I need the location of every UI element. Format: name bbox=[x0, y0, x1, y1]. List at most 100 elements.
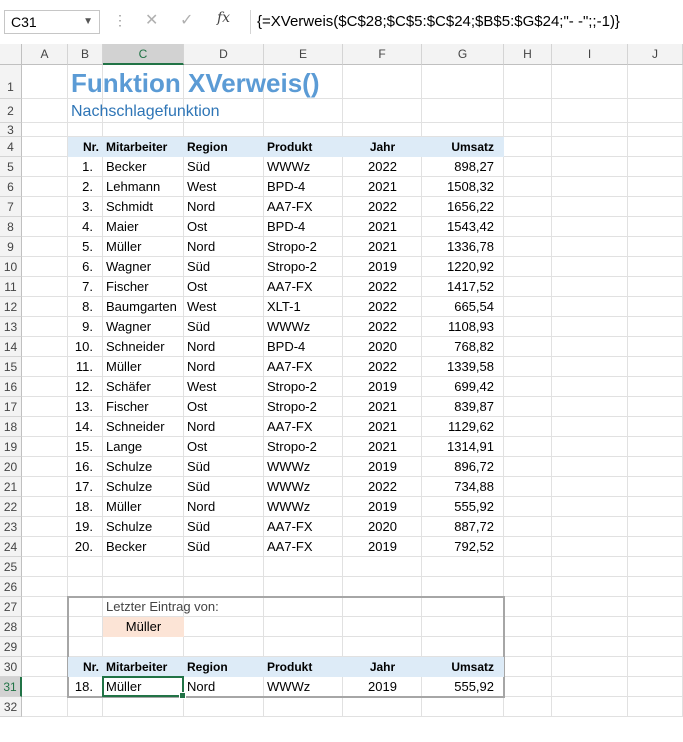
table-cell[interactable]: Süd bbox=[184, 477, 264, 497]
table-cell[interactable]: BPD-4 bbox=[264, 337, 343, 357]
column-header-j[interactable]: J bbox=[628, 44, 683, 65]
table-cell[interactable]: Ost bbox=[184, 277, 264, 297]
table-cell[interactable]: 2021 bbox=[343, 237, 422, 257]
table-cell[interactable]: 2019 bbox=[343, 457, 422, 477]
row-header-18[interactable]: 18 bbox=[0, 417, 22, 437]
table-cell[interactable]: 896,72 bbox=[422, 457, 504, 477]
table-cell[interactable]: AA7-FX bbox=[264, 417, 343, 437]
table-cell[interactable]: 16. bbox=[68, 457, 103, 477]
table-cell[interactable]: 887,72 bbox=[422, 517, 504, 537]
table-cell[interactable]: AA7-FX bbox=[264, 197, 343, 217]
result-header[interactable]: Nr. bbox=[68, 657, 103, 677]
table-cell[interactable]: 1417,52 bbox=[422, 277, 504, 297]
table-cell[interactable]: 3. bbox=[68, 197, 103, 217]
lookup-value-input[interactable]: Müller bbox=[103, 617, 184, 637]
lookup-label[interactable]: Letzter Eintrag von: bbox=[103, 597, 303, 617]
table-cell[interactable]: 2021 bbox=[343, 177, 422, 197]
column-header-b[interactable]: B bbox=[68, 44, 103, 65]
table-cell[interactable]: Ost bbox=[184, 437, 264, 457]
table-cell[interactable]: 2021 bbox=[343, 437, 422, 457]
table-cell[interactable]: Lange bbox=[103, 437, 184, 457]
table-cell[interactable]: AA7-FX bbox=[264, 517, 343, 537]
column-header-g[interactable]: G bbox=[422, 44, 504, 65]
table-cell[interactable]: 1129,62 bbox=[422, 417, 504, 437]
table-cell[interactable]: 18. bbox=[68, 497, 103, 517]
row-header-20[interactable]: 20 bbox=[0, 457, 22, 477]
table-cell[interactable]: Lehmann bbox=[103, 177, 184, 197]
table-cell[interactable]: Süd bbox=[184, 157, 264, 177]
row-header-29[interactable]: 29 bbox=[0, 637, 22, 657]
table-cell[interactable]: Baumgarten bbox=[103, 297, 184, 317]
row-header-13[interactable]: 13 bbox=[0, 317, 22, 337]
row-header-9[interactable]: 9 bbox=[0, 237, 22, 257]
table-cell[interactable]: 14. bbox=[68, 417, 103, 437]
table-cell[interactable]: Süd bbox=[184, 317, 264, 337]
table-cell[interactable]: 8. bbox=[68, 297, 103, 317]
table-cell[interactable]: 2020 bbox=[343, 517, 422, 537]
row-header-19[interactable]: 19 bbox=[0, 437, 22, 457]
row-header-17[interactable]: 17 bbox=[0, 397, 22, 417]
row-header-12[interactable]: 12 bbox=[0, 297, 22, 317]
column-header-d[interactable]: D bbox=[184, 44, 264, 65]
row-header-28[interactable]: 28 bbox=[0, 617, 22, 637]
table-cell[interactable]: Maier bbox=[103, 217, 184, 237]
column-header-e[interactable]: E bbox=[264, 44, 343, 65]
table-cell[interactable]: Nord bbox=[184, 417, 264, 437]
table-cell[interactable]: Wagner bbox=[103, 257, 184, 277]
table-cell[interactable]: Becker bbox=[103, 157, 184, 177]
table-cell[interactable]: West bbox=[184, 177, 264, 197]
result-header[interactable]: Region bbox=[184, 657, 264, 677]
table-cell[interactable]: Nord bbox=[184, 337, 264, 357]
table-cell[interactable]: Schneider bbox=[103, 417, 184, 437]
table-cell[interactable]: 734,88 bbox=[422, 477, 504, 497]
row-header-26[interactable]: 26 bbox=[0, 577, 22, 597]
table-header[interactable]: Jahr bbox=[343, 137, 422, 157]
table-cell[interactable]: AA7-FX bbox=[264, 277, 343, 297]
table-cell[interactable]: Müller bbox=[103, 237, 184, 257]
table-cell[interactable]: 2021 bbox=[343, 217, 422, 237]
formula-input[interactable]: {=XVerweis($C$28;$C$5:$C$24;$B$5:$G$24;"… bbox=[250, 10, 683, 34]
table-cell[interactable]: 2022 bbox=[343, 357, 422, 377]
name-box[interactable]: C31 ▼ bbox=[4, 10, 100, 34]
more-options-icon[interactable]: ⋮ bbox=[113, 12, 127, 29]
row-header-4[interactable]: 4 bbox=[0, 137, 22, 157]
table-cell[interactable]: 17. bbox=[68, 477, 103, 497]
result-header[interactable]: Produkt bbox=[264, 657, 343, 677]
row-header-31[interactable]: 31 bbox=[0, 677, 22, 697]
page-title[interactable]: Funktion XVerweis() bbox=[68, 65, 488, 99]
row-header-2[interactable]: 2 bbox=[0, 99, 22, 123]
table-cell[interactable]: 1314,91 bbox=[422, 437, 504, 457]
table-cell[interactable]: 6. bbox=[68, 257, 103, 277]
table-cell[interactable]: 699,42 bbox=[422, 377, 504, 397]
table-cell[interactable]: 1339,58 bbox=[422, 357, 504, 377]
table-cell[interactable]: 665,54 bbox=[422, 297, 504, 317]
table-cell[interactable]: Müller bbox=[103, 357, 184, 377]
table-cell[interactable]: Fischer bbox=[103, 277, 184, 297]
table-cell[interactable]: Ost bbox=[184, 217, 264, 237]
table-cell[interactable]: Schäfer bbox=[103, 377, 184, 397]
table-cell[interactable]: West bbox=[184, 297, 264, 317]
table-cell[interactable]: Süd bbox=[184, 257, 264, 277]
table-cell[interactable]: 20. bbox=[68, 537, 103, 557]
table-cell[interactable]: XLT-1 bbox=[264, 297, 343, 317]
table-cell[interactable]: Stropo-2 bbox=[264, 237, 343, 257]
table-cell[interactable]: Süd bbox=[184, 457, 264, 477]
table-cell[interactable]: Stropo-2 bbox=[264, 397, 343, 417]
row-header-24[interactable]: 24 bbox=[0, 537, 22, 557]
table-cell[interactable]: Ost bbox=[184, 397, 264, 417]
table-cell[interactable]: 2022 bbox=[343, 157, 422, 177]
result-cell[interactable]: 18. bbox=[68, 677, 103, 697]
table-cell[interactable]: Wagner bbox=[103, 317, 184, 337]
row-header-11[interactable]: 11 bbox=[0, 277, 22, 297]
row-header-5[interactable]: 5 bbox=[0, 157, 22, 177]
fill-handle[interactable] bbox=[179, 692, 186, 699]
table-cell[interactable]: 2019 bbox=[343, 537, 422, 557]
table-cell[interactable]: BPD-4 bbox=[264, 177, 343, 197]
table-cell[interactable]: Schulze bbox=[103, 517, 184, 537]
table-cell[interactable]: 9. bbox=[68, 317, 103, 337]
table-cell[interactable]: 898,27 bbox=[422, 157, 504, 177]
insert-function-icon[interactable]: fx bbox=[217, 10, 230, 26]
table-cell[interactable]: WWWz bbox=[264, 457, 343, 477]
row-header-21[interactable]: 21 bbox=[0, 477, 22, 497]
table-cell[interactable]: 2019 bbox=[343, 377, 422, 397]
